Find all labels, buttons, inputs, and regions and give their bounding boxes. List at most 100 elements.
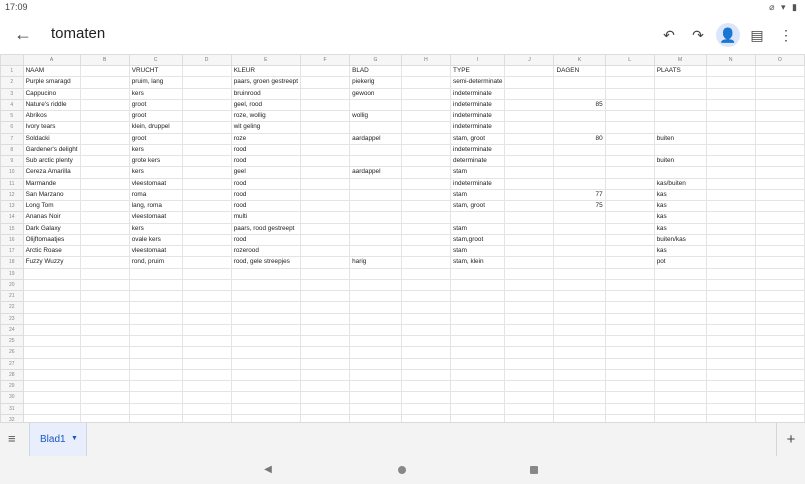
cell[interactable] [450, 379, 506, 393]
cell[interactable] [504, 188, 555, 202]
cell[interactable] [553, 379, 606, 393]
column-header[interactable]: B [79, 54, 130, 66]
cell[interactable] [400, 166, 452, 179]
cell[interactable] [450, 323, 506, 337]
cell[interactable]: buiten [653, 132, 707, 145]
cell[interactable] [400, 413, 452, 422]
cell[interactable]: indeterminate [450, 143, 506, 157]
cell[interactable] [504, 87, 555, 100]
cell[interactable] [653, 334, 707, 348]
cell[interactable] [230, 413, 302, 422]
cell[interactable]: vleestomaat [128, 211, 183, 224]
cell[interactable] [504, 233, 555, 247]
cell[interactable] [22, 301, 81, 314]
cell[interactable] [504, 312, 555, 325]
cell[interactable] [705, 301, 756, 314]
cell[interactable] [128, 301, 183, 314]
cell[interactable] [400, 143, 452, 157]
cell[interactable] [450, 267, 506, 280]
cell[interactable] [604, 109, 655, 123]
cell[interactable] [349, 357, 402, 370]
cell[interactable] [504, 199, 555, 213]
cell[interactable]: rood [230, 188, 302, 202]
cell[interactable] [553, 267, 606, 280]
column-header[interactable]: K [553, 54, 606, 66]
cell[interactable] [79, 121, 130, 134]
cell[interactable] [349, 413, 402, 422]
cell[interactable] [400, 278, 452, 292]
cell[interactable] [400, 177, 452, 190]
cell[interactable]: TYPE [450, 64, 506, 78]
undo-icon[interactable]: ↶ [657, 23, 681, 47]
row-header[interactable]: 29 [0, 379, 24, 393]
cell[interactable] [604, 154, 655, 168]
cell[interactable] [400, 132, 452, 145]
cell[interactable] [181, 64, 232, 78]
cell[interactable] [754, 166, 805, 179]
cell[interactable] [705, 402, 756, 415]
cell[interactable]: harig [349, 256, 402, 269]
cell[interactable] [22, 402, 81, 415]
cell[interactable]: indeterminate [450, 121, 506, 134]
cell[interactable]: VRUCHT [128, 64, 183, 78]
cell[interactable] [705, 199, 756, 213]
cell[interactable] [349, 199, 402, 213]
cell[interactable] [181, 109, 232, 123]
cell[interactable] [349, 98, 402, 112]
row-header[interactable]: 31 [0, 402, 24, 415]
cell[interactable] [181, 323, 232, 337]
cell[interactable] [79, 289, 130, 303]
row-header[interactable]: 24 [0, 323, 24, 337]
cell[interactable] [754, 256, 805, 269]
more-options-icon[interactable]: ⋮ [774, 23, 798, 47]
cell[interactable]: 85 [553, 98, 606, 112]
row-header[interactable]: 9 [0, 154, 24, 168]
cell[interactable]: piekerig [349, 76, 402, 89]
column-header[interactable]: D [181, 54, 232, 66]
cell[interactable] [79, 76, 130, 89]
cell[interactable] [754, 301, 805, 314]
cell[interactable] [181, 357, 232, 370]
cell[interactable]: pot [653, 256, 707, 269]
row-header[interactable]: 32 [0, 413, 24, 422]
cell[interactable]: kers [128, 222, 183, 235]
cell[interactable] [22, 368, 81, 382]
cell[interactable] [299, 312, 351, 325]
cell[interactable] [299, 222, 351, 235]
cell[interactable] [653, 109, 707, 123]
cell[interactable] [299, 166, 351, 179]
cell[interactable]: bruinrood [230, 87, 302, 100]
cell[interactable] [299, 413, 351, 422]
cell[interactable] [299, 188, 351, 202]
cell[interactable] [349, 379, 402, 393]
cell[interactable] [553, 211, 606, 224]
column-header[interactable]: J [504, 54, 555, 66]
cell[interactable] [754, 278, 805, 292]
cell[interactable] [553, 87, 606, 100]
row-header[interactable]: 14 [0, 211, 24, 224]
cell[interactable] [230, 391, 302, 404]
cell[interactable] [181, 143, 232, 157]
cell[interactable]: stam [450, 188, 506, 202]
row-header[interactable]: 5 [0, 109, 24, 123]
cell[interactable] [349, 312, 402, 325]
row-header[interactable]: 17 [0, 244, 24, 258]
cell[interactable] [504, 154, 555, 168]
cell[interactable] [504, 402, 555, 415]
cell[interactable]: grote kers [128, 154, 183, 168]
cell[interactable] [553, 121, 606, 134]
cell[interactable] [705, 312, 756, 325]
cell[interactable] [653, 312, 707, 325]
cell[interactable]: stam [450, 244, 506, 258]
cell[interactable] [653, 121, 707, 134]
cell[interactable] [653, 278, 707, 292]
cell[interactable] [604, 199, 655, 213]
cell[interactable] [230, 357, 302, 370]
cell[interactable] [604, 323, 655, 337]
cell[interactable] [504, 267, 555, 280]
cell[interactable] [181, 278, 232, 292]
cell[interactable] [79, 346, 130, 359]
cell[interactable]: Marmande [22, 177, 81, 190]
row-header[interactable]: 18 [0, 256, 24, 269]
cell[interactable]: Arctic Roase [22, 244, 81, 258]
